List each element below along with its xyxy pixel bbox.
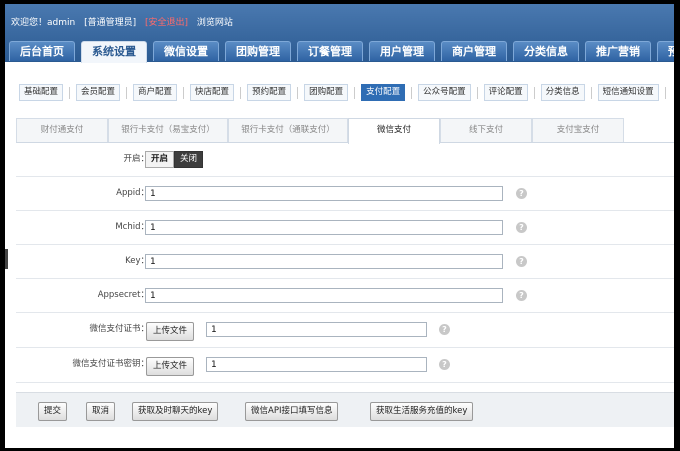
form-row-cert: 微信支付证书： 上传文件 1 ? (16, 313, 674, 348)
nav-tab-merchants[interactable]: 商户管理 (441, 41, 507, 61)
open-toggle[interactable]: 开启 关闭 (145, 151, 204, 168)
nav-tab-group-buy[interactable]: 团购管理 (225, 41, 291, 61)
subnav-payment[interactable]: 支付配置 (361, 84, 406, 101)
nav-tab-marketing[interactable]: 推广营销 (585, 41, 651, 61)
appid-input[interactable]: 1 (145, 186, 503, 201)
divider (533, 86, 535, 99)
nav-tab-wechat-settings[interactable]: 微信设置 (153, 41, 219, 61)
key-input[interactable]: 1 (145, 254, 503, 269)
toggle-on-option[interactable]: 开启 (145, 151, 175, 168)
subnav-sms-notify[interactable]: 短信通知设置 (597, 84, 659, 101)
tab-bankcard-allinpay[interactable]: 银行卡支付（通联支付） (228, 118, 348, 142)
subnav-comments[interactable]: 评论配置 (483, 84, 528, 101)
top-header: 欢迎您！admin [普通管理员] [安全退出] 浏览网站 后台首页 系统设置 … (5, 4, 674, 63)
form-row-mchid: Mchid： 1 ? (16, 211, 674, 245)
cert-key-label: 微信支付证书密钥： (72, 359, 149, 369)
form-row-appsecret: Appsecret： 1 ? (16, 279, 674, 313)
nav-tab-users[interactable]: 用户管理 (369, 41, 435, 61)
form-row-appid: Appid： 1 ? (16, 177, 674, 211)
wechat-pay-form: 开启： 开启 关闭 Appid： 1 ? Mchid： 1 ? Key： 1 ?… (16, 143, 674, 383)
upload-cert-key-button[interactable]: 上传文件 (146, 357, 195, 376)
subnav-merchant[interactable]: 商户配置 (133, 84, 178, 101)
mchid-label: Mchid： (115, 222, 149, 232)
appsecret-label: Appsecret： (97, 290, 149, 300)
app-frame: 欢迎您！admin [普通管理员] [安全退出] 浏览网站 后台首页 系统设置 … (5, 4, 674, 448)
divider (411, 86, 413, 99)
tab-tenpay[interactable]: 财付通支付 (16, 118, 108, 142)
toggle-off-option[interactable]: 关闭 (174, 151, 204, 168)
divider (126, 86, 128, 99)
form-row-key: Key： 1 ? (16, 245, 674, 279)
help-icon[interactable]: ? (439, 324, 450, 335)
role-text: [普通管理员] (84, 18, 137, 28)
action-bar: 提交 取消 获取及时聊天的key 微信API接口填写信息 获取生活服务充值的ke… (16, 392, 674, 427)
mchid-input[interactable]: 1 (145, 220, 503, 235)
subnav-group-buy[interactable]: 团购配置 (304, 84, 349, 101)
subnav-reservation[interactable]: 预约配置 (247, 84, 292, 101)
cert-label: 微信支付证书： (89, 324, 149, 334)
divider (183, 86, 185, 99)
help-icon[interactable]: ? (516, 222, 527, 233)
form-row-cert-key: 微信支付证书密钥： 上传文件 1 ? (16, 348, 674, 383)
help-icon[interactable]: ? (516, 290, 527, 301)
form-row-open: 开启： 开启 关闭 (16, 143, 674, 177)
browse-site-link[interactable]: 浏览网站 (197, 18, 233, 28)
nav-tab-reservations[interactable]: 预约管理 (657, 41, 674, 61)
upload-cert-button[interactable]: 上传文件 (146, 322, 195, 341)
sub-nav: 基础配置 会员配置 商户配置 快店配置 预约配置 团购配置 支付配置 公众号配置… (19, 84, 672, 101)
payment-tabs: 财付通支付 银行卡支付（易宝支付） 银行卡支付（通联支付） 微信支付 线下支付 … (16, 118, 674, 144)
nav-tab-order-meal[interactable]: 订餐管理 (297, 41, 363, 61)
tab-offline-pay[interactable]: 线下支付 (440, 118, 532, 142)
help-icon[interactable]: ? (516, 188, 527, 199)
logout-link[interactable]: [安全退出] (145, 18, 188, 28)
divider (240, 86, 242, 99)
cancel-button[interactable]: 取消 (86, 402, 116, 421)
subnav-classifieds[interactable]: 分类信息 (540, 84, 585, 101)
help-icon[interactable]: ? (439, 359, 450, 370)
welcome-bar: 欢迎您！admin [普通管理员] [安全退出] 浏览网站 (11, 15, 239, 28)
cert-input[interactable]: 1 (206, 322, 427, 337)
submit-button[interactable]: 提交 (38, 402, 68, 421)
divider (476, 86, 478, 99)
divider (590, 86, 592, 99)
tab-alipay[interactable]: 支付宝支付 (532, 118, 624, 142)
cert-key-input[interactable]: 1 (206, 357, 427, 372)
get-life-service-key-button[interactable]: 获取生活服务充值的key (370, 402, 474, 421)
divider (69, 86, 71, 99)
nav-tab-system-settings[interactable]: 系统设置 (81, 41, 147, 63)
tab-bankcard-yeepay[interactable]: 银行卡支付（易宝支付） (108, 118, 228, 142)
nav-tab-classifieds[interactable]: 分类信息 (513, 41, 579, 61)
subnav-basic[interactable]: 基础配置 (19, 84, 64, 101)
divider (664, 86, 666, 99)
divider (297, 86, 299, 99)
tab-wechat-pay[interactable]: 微信支付 (348, 118, 440, 144)
scroll-handle[interactable] (5, 249, 8, 269)
subnav-quick-shop[interactable]: 快店配置 (190, 84, 235, 101)
help-icon[interactable]: ? (516, 256, 527, 267)
subnav-member[interactable]: 会员配置 (76, 84, 121, 101)
appsecret-input[interactable]: 1 (145, 288, 503, 303)
welcome-text: 欢迎您！admin (11, 18, 76, 28)
main-nav: 后台首页 系统设置 微信设置 团购管理 订餐管理 用户管理 商户管理 分类信息 … (9, 41, 674, 63)
divider (354, 86, 356, 99)
get-chat-key-button[interactable]: 获取及时聊天的key (132, 402, 219, 421)
nav-tab-home[interactable]: 后台首页 (9, 41, 75, 61)
wechat-api-info-button[interactable]: 微信API接口填写信息 (245, 402, 339, 421)
subnav-official-account[interactable]: 公众号配置 (418, 84, 471, 101)
